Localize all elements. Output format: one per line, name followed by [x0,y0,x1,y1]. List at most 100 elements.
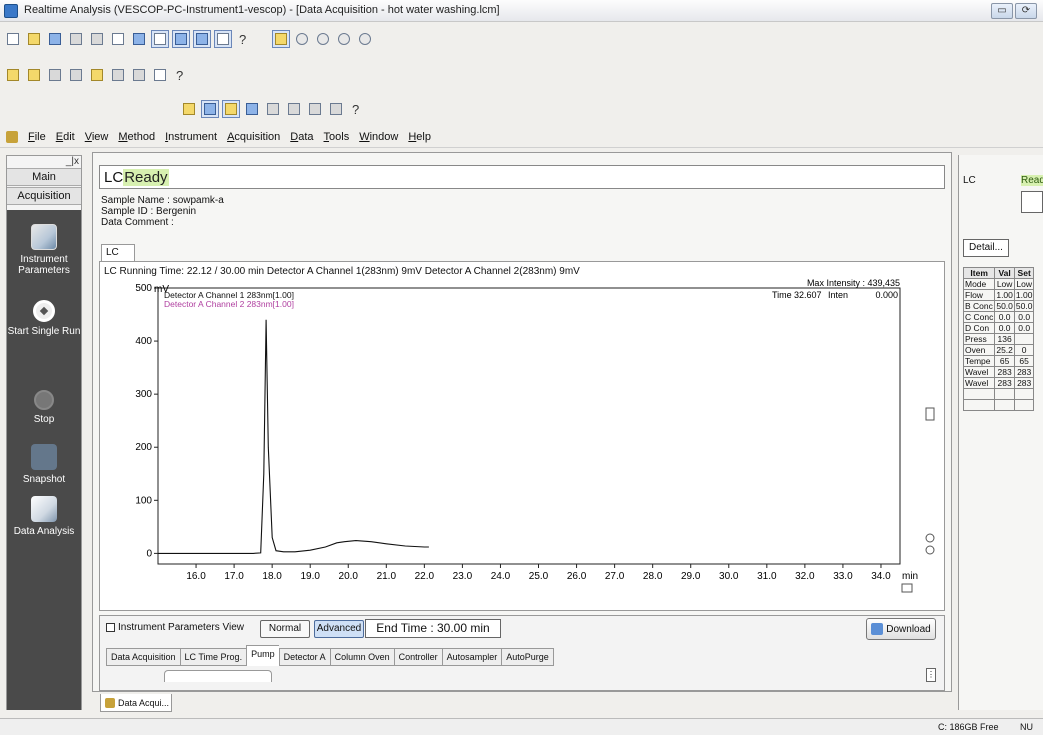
settings-icon[interactable] [130,66,148,84]
acq-network-icon[interactable] [243,100,261,118]
restore-button[interactable]: ▭ [991,3,1013,19]
nav-label: Stop [33,414,55,425]
end-time-field[interactable]: End Time : 30.00 min [365,619,501,638]
undo-icon[interactable] [335,30,353,48]
menu-window[interactable]: Window [359,131,398,143]
nav-main-header[interactable]: Main [7,168,81,186]
data-comment: Data Comment : [101,217,174,228]
nav-label: Data Analysis [13,526,75,537]
extra-window-button[interactable]: ⟳ [1015,3,1037,19]
acquisition-mode-icon[interactable] [272,30,291,48]
monitor-setting-cell: 0.0 [1013,311,1035,323]
acq-window-icon[interactable] [180,100,198,118]
acq-status-icon[interactable] [306,100,324,118]
tab-autopurge[interactable]: AutoPurge [501,648,554,666]
doc-tab-icon [105,697,115,708]
doc-tab-data-acquisition[interactable]: Data Acqui... [100,694,172,712]
open-file-icon[interactable] [25,30,43,48]
toolbar-tertiary: ? [176,96,363,122]
menu-acquisition[interactable]: Acquisition [227,131,280,143]
menu-instrument[interactable]: Instrument [165,131,217,143]
tab-controller[interactable]: Controller [393,648,442,666]
x-axis-unit: min [902,571,918,582]
print-preview-icon[interactable] [67,30,85,48]
assistant-close-icon[interactable]: _|x [66,156,79,167]
chart-icon[interactable] [130,30,148,48]
instrument-icon[interactable] [88,66,106,84]
menu-data[interactable]: Data [290,131,313,143]
layout-table-icon[interactable] [214,30,232,48]
chromatogram-panel[interactable]: LC Running Time: 22.12 / 30.00 min Detec… [99,261,945,611]
menu-view[interactable]: View [85,131,109,143]
layout-single-icon[interactable] [151,30,169,48]
param-view-title[interactable]: Instrument Parameters View [106,622,244,633]
redo-icon[interactable] [356,30,374,48]
x-tick-label: 22.0 [415,571,435,582]
tab-detector-a[interactable]: Detector A [278,648,330,666]
sequence-icon[interactable] [46,66,64,84]
cursor-icon[interactable] [314,30,332,48]
menu-method[interactable]: Method [118,131,155,143]
nav-stop[interactable]: Stop [7,390,81,425]
param-title-label: Instrument Parameters View [118,622,244,633]
help-icon-2[interactable]: ? [172,68,187,83]
menu-tools[interactable]: Tools [324,131,350,143]
status-ready: Ready [123,169,169,186]
help-icon[interactable]: ? [235,32,250,47]
download-icon [871,623,884,635]
param-collapse-icon[interactable] [106,623,115,632]
acq-monitor-icon[interactable] [222,100,240,118]
y-tick-label: 200 [135,442,152,453]
menu-help[interactable]: Help [408,131,431,143]
param-tabs: Data Acquisition LC Time Prog. Pump Dete… [106,645,554,666]
tab-autosampler[interactable]: Autosampler [441,648,502,666]
tab-pump[interactable]: Pump [246,645,279,666]
acq-layout-icon[interactable] [201,100,219,118]
param-scroll-icon[interactable]: ⋮ [926,668,936,682]
nav-data-analysis[interactable]: Data Analysis [7,496,81,537]
nav-instrument-parameters[interactable]: Instrument Parameters [7,224,81,276]
acq-trash-icon[interactable] [264,100,282,118]
layout-chart-icon[interactable] [193,30,211,48]
tab-column-oven[interactable]: Column Oven [329,648,394,666]
report-icon[interactable] [109,30,127,48]
sample-id: Sample ID : Bergenin [101,206,197,217]
detail-button[interactable]: Detail... [963,239,1009,257]
batch-icon[interactable] [25,66,43,84]
print-icon[interactable] [88,30,106,48]
nav-acquisition-header[interactable]: Acquisition [7,187,81,205]
title-bar: Realtime Analysis (VESCOP-PC-Instrument1… [0,0,1043,22]
tab-lc[interactable]: LC [101,244,135,261]
log-icon[interactable] [109,66,127,84]
menu-edit[interactable]: Edit [56,131,75,143]
monitor-value-cell: 283 [994,377,1015,389]
save-icon[interactable] [46,30,64,48]
new-file-icon[interactable] [4,30,22,48]
report-format-icon[interactable] [151,66,169,84]
normal-button[interactable]: Normal [260,620,310,638]
nav-snapshot[interactable]: Snapshot [7,444,81,485]
monitor-value-cell: 0.0 [994,311,1015,323]
zoom-icon[interactable] [293,30,311,48]
nav-start-single-run[interactable]: Start Single Run [7,300,81,337]
help-icon-3[interactable]: ? [348,102,363,117]
x-tick-label: 33.0 [833,571,853,582]
start-run-icon [33,300,55,322]
pump-mode-field[interactable] [164,670,272,682]
monitor-empty-cell [994,388,1015,400]
download-button[interactable]: Download [866,618,936,640]
chromatogram-chart[interactable]: 5004003002001000mV16.0 17.0 18.0 19.0 20.0 21… [100,262,946,612]
tab-data-acquisition[interactable]: Data Acquisition [106,648,180,666]
x-tick-label: 19.0 [300,571,320,582]
monitor-instrument-icon[interactable] [1021,191,1043,213]
legend-entry-channel-2: Detector A Channel 2 283nm[1.00] [164,299,294,309]
advanced-button[interactable]: Advanced [314,620,364,638]
tab-lc-time-prog[interactable]: LC Time Prog. [179,648,247,666]
layout-split-icon[interactable] [172,30,190,48]
disk-free: C: 186GB Free [938,722,999,732]
connect-icon[interactable] [67,66,85,84]
acq-print-icon[interactable] [327,100,345,118]
acq-bars-icon[interactable] [285,100,303,118]
method-icon[interactable] [4,66,22,84]
menu-file[interactable]: File [28,131,46,143]
